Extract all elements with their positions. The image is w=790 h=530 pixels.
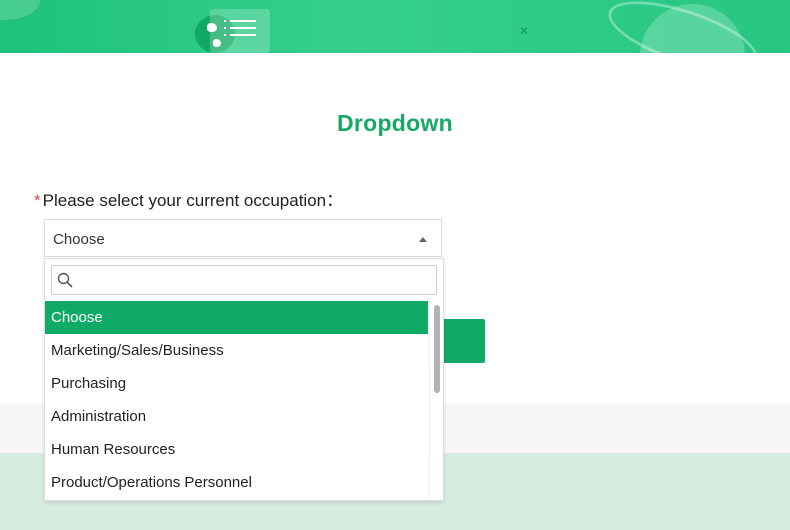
select-value: Choose [53,231,105,248]
required-mark: * [34,191,41,210]
dropdown-panel: Choose Marketing/Sales/Business Purchasi… [44,258,444,501]
search-input[interactable] [78,268,428,292]
scrollbar-thumb[interactable] [434,305,440,393]
option-purchasing[interactable]: Purchasing [45,367,428,400]
option-marketing-sales-business[interactable]: Marketing/Sales/Business [45,334,428,367]
star-icon: ✕ [519,24,530,38]
dropdown-scrollbar[interactable] [429,301,443,500]
search-icon [57,272,73,288]
options-list: Choose Marketing/Sales/Business Purchasi… [45,301,428,499]
page-title: Dropdown [336,110,454,136]
occupation-select[interactable]: Choose [44,219,442,257]
option-choose[interactable]: Choose [45,301,428,334]
header-banner: ✕ [0,0,790,53]
option-product-operations[interactable]: Product/Operations Personnel [45,466,428,499]
header-decoration [0,0,40,20]
submit-button[interactable] [442,319,485,363]
menu-button[interactable] [210,9,270,53]
question-text: Please select your current occupation： [42,191,344,210]
caret-up-icon [419,237,427,242]
dropdown-search[interactable] [51,265,437,295]
option-human-resources[interactable]: Human Resources [45,433,428,466]
question-label: * Please select your current occupation： [34,186,343,211]
option-administration[interactable]: Administration [45,400,428,433]
